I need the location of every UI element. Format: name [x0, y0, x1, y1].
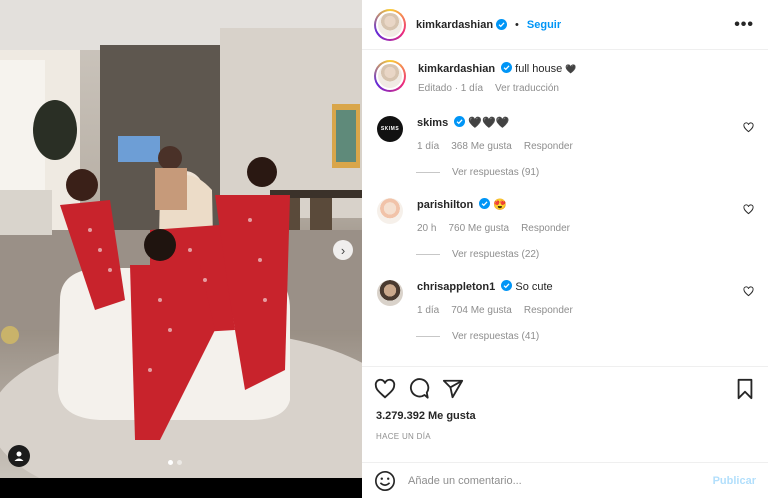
post-modal: › kimkardashian • Seguir ••• kimkardashi…: [0, 0, 768, 498]
view-replies-button[interactable]: Ver respuestas (41): [416, 331, 539, 342]
reply-button[interactable]: Responder: [524, 303, 573, 318]
reply-button[interactable]: Responder: [524, 139, 573, 154]
edited-label: Editado · 1 día: [418, 83, 484, 94]
author-username[interactable]: kimkardashian: [416, 19, 493, 31]
carousel-dot: [177, 460, 182, 465]
comment-likes[interactable]: 704 Me gusta: [451, 303, 512, 318]
view-replies-button[interactable]: Ver respuestas (91): [416, 167, 539, 178]
comments-list[interactable]: kimkardashian full house 🖤 Editado · 1 d…: [362, 50, 768, 366]
caption-username[interactable]: kimkardashian: [418, 63, 495, 75]
post-actions: [362, 366, 768, 410]
author-avatar[interactable]: [374, 8, 406, 41]
commenter-username[interactable]: skims: [417, 117, 448, 129]
commenter-avatar[interactable]: [377, 198, 403, 224]
likes-count[interactable]: 3.279.392 Me gusta: [376, 410, 476, 422]
comment-item: parishilton 😍 20 h 760 Me gusta Responde…: [374, 198, 756, 236]
post-photo[interactable]: ›: [0, 0, 362, 478]
comment-text: 😍: [493, 199, 508, 211]
comment-likes[interactable]: 760 Me gusta: [448, 221, 509, 236]
more-options-button[interactable]: •••: [734, 16, 754, 34]
verified-icon: [501, 62, 513, 73]
verified-icon: [501, 280, 513, 291]
verified-icon: [454, 116, 466, 127]
comment-composer: Publicar: [362, 462, 768, 498]
commenter-username[interactable]: parishilton: [417, 199, 473, 211]
share-icon[interactable]: [442, 378, 464, 400]
comment-text: So cute: [515, 281, 553, 293]
verified-icon: [479, 198, 491, 209]
post-caption: kimkardashian full house 🖤 Editado · 1 d…: [374, 60, 756, 96]
emoji-icon[interactable]: [374, 470, 396, 492]
translate-link[interactable]: Ver traducción: [495, 81, 559, 96]
carousel-dot: [168, 460, 173, 465]
comment-age: 1 día: [417, 141, 440, 152]
view-replies-button[interactable]: Ver respuestas (22): [416, 249, 539, 260]
bookmark-icon[interactable]: [734, 378, 756, 400]
comment-age: 1 día: [417, 305, 440, 316]
family-photo-illustration: [0, 0, 362, 478]
header-separator: •: [515, 18, 519, 31]
comment-item: chrisappleton1 So cute 1 día 704 Me gust…: [374, 280, 756, 318]
heart-icon[interactable]: [743, 122, 754, 133]
commenter-username[interactable]: chrisappleton1: [417, 281, 495, 293]
next-photo-button[interactable]: ›: [333, 240, 353, 260]
user-tag-icon: [14, 451, 24, 461]
chevron-right-icon: ›: [340, 242, 346, 258]
comment-likes[interactable]: 368 Me gusta: [451, 139, 512, 154]
comment-item: SKIMS skims 🖤🖤🖤 1 día 368 Me gusta Respo…: [374, 116, 756, 154]
reply-button[interactable]: Responder: [521, 221, 570, 236]
follow-button[interactable]: Seguir: [527, 19, 561, 31]
comment-icon[interactable]: [408, 377, 430, 400]
publish-button[interactable]: Publicar: [713, 475, 756, 487]
caption-text: full house: [515, 63, 563, 75]
user-tag-button[interactable]: [8, 445, 30, 467]
post-details-panel: kimkardashian • Seguir ••• kimkardashian: [362, 0, 768, 498]
post-timestamp: HACE UN DÍA: [376, 432, 431, 441]
caption-heart-emoji: 🖤: [565, 64, 577, 74]
author-avatar[interactable]: [374, 60, 406, 92]
heart-icon[interactable]: [743, 286, 754, 297]
verified-icon: [496, 19, 508, 30]
heart-icon[interactable]: [743, 204, 754, 215]
comment-text: 🖤🖤🖤: [468, 117, 510, 129]
commenter-avatar[interactable]: [377, 280, 403, 306]
commenter-avatar[interactable]: SKIMS: [377, 116, 403, 142]
heart-icon[interactable]: [374, 378, 396, 400]
comment-input[interactable]: [408, 474, 713, 487]
comment-age: 20 h: [417, 223, 437, 234]
post-header: kimkardashian • Seguir •••: [362, 0, 768, 50]
carousel-dots: [168, 460, 182, 465]
